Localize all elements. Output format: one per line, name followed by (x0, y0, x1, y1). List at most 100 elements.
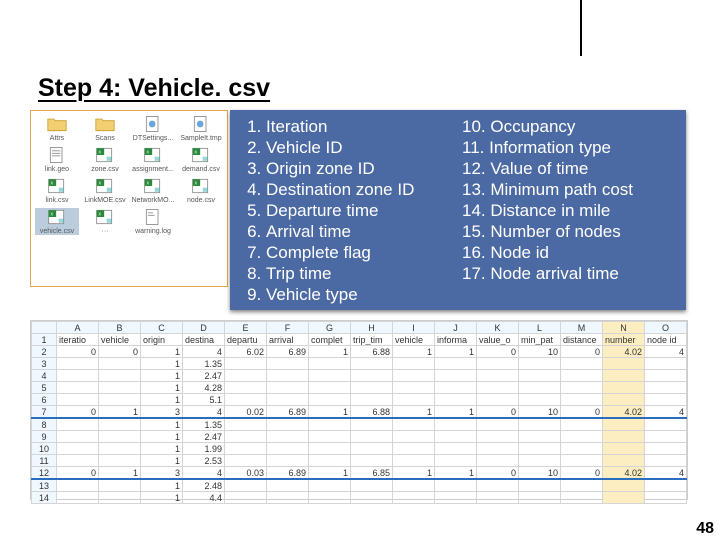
row-header: 9 (32, 431, 57, 443)
cell (351, 492, 393, 504)
cell: 6.89 (267, 406, 309, 419)
col-header: N (603, 322, 645, 334)
cell: 6.88 (351, 406, 393, 419)
explorer-item-label: Attrs (50, 135, 64, 142)
cell: 1 (141, 394, 183, 406)
cell (519, 418, 561, 431)
cell (99, 394, 141, 406)
cell: 0 (57, 346, 99, 358)
explorer-item-label: vehicle.csv (40, 228, 74, 235)
cell (99, 492, 141, 504)
cell (351, 455, 393, 467)
cell: 6.02 (225, 346, 267, 358)
col-header: D (183, 322, 225, 334)
column-item: Complete flag (266, 242, 458, 263)
cell (351, 370, 393, 382)
column-item: Arrival time (266, 221, 458, 242)
cell (561, 382, 603, 394)
cell: 1 (141, 492, 183, 504)
cell (351, 358, 393, 370)
cell (57, 443, 99, 455)
cell (57, 431, 99, 443)
cell: 1 (141, 358, 183, 370)
svg-text:X: X (194, 149, 197, 154)
explorer-item-label: ··· (102, 228, 109, 235)
cell: complet (309, 334, 351, 346)
cell: 10 (519, 346, 561, 358)
file-explorer: AttrsScansDTSettings...SampleIt.tmplink.… (30, 110, 228, 287)
cell (645, 443, 687, 455)
cell (519, 479, 561, 492)
cell (519, 443, 561, 455)
cell: 6.85 (351, 467, 393, 480)
cell (267, 492, 309, 504)
col-header: I (393, 322, 435, 334)
cell (99, 479, 141, 492)
svg-text:X: X (194, 180, 197, 185)
cell (99, 443, 141, 455)
cell: 1 (141, 370, 183, 382)
cell (645, 455, 687, 467)
cell: 10 (519, 406, 561, 419)
column-item: Destination zone ID (266, 179, 458, 200)
cell (57, 370, 99, 382)
page-number: 48 (696, 520, 714, 538)
cell (225, 394, 267, 406)
cell (561, 455, 603, 467)
explorer-item: DTSettings... (131, 115, 175, 142)
cell (99, 431, 141, 443)
cell (351, 479, 393, 492)
cell: 1 (141, 431, 183, 443)
svg-text:X: X (98, 149, 101, 154)
cell (519, 382, 561, 394)
columns-right: 10. Occupancy11. Information type12. Val… (462, 116, 676, 305)
cell (435, 394, 477, 406)
col-header: M (561, 322, 603, 334)
svg-text:X: X (146, 149, 149, 154)
cell (477, 394, 519, 406)
row-header: 4 (32, 370, 57, 382)
col-header: B (99, 322, 141, 334)
cell: distance (561, 334, 603, 346)
cell: 4.02 (603, 467, 645, 480)
cell (393, 455, 435, 467)
csv-icon: X (95, 177, 115, 195)
svg-text:X: X (50, 211, 53, 216)
cell (99, 370, 141, 382)
cell (57, 492, 99, 504)
cell (645, 431, 687, 443)
decor-vline (580, 0, 582, 56)
cell (519, 431, 561, 443)
cell (225, 382, 267, 394)
columns-left: IterationVehicle IDOrigin zone IDDestina… (244, 116, 458, 305)
row-header: 14 (32, 492, 57, 504)
explorer-item: SampleIt.tmp (179, 115, 223, 142)
cell: iteratio (57, 334, 99, 346)
cell (435, 443, 477, 455)
cell (225, 358, 267, 370)
cell (267, 370, 309, 382)
cell: vehicle (393, 334, 435, 346)
explorer-item-label: SampleIt.tmp (180, 135, 221, 142)
cell: 4.28 (183, 382, 225, 394)
csv-icon: X (47, 208, 67, 226)
explorer-item-label: warning.log (135, 228, 171, 235)
cell: 10 (519, 467, 561, 480)
cell (477, 492, 519, 504)
cell (57, 394, 99, 406)
row-header: 2 (32, 346, 57, 358)
col-header (32, 322, 57, 334)
cell: number (603, 334, 645, 346)
cell (435, 492, 477, 504)
cell (435, 455, 477, 467)
explorer-item-label: Scans (95, 135, 114, 142)
cell: min_pat (519, 334, 561, 346)
cell (267, 455, 309, 467)
cell: 1 (141, 382, 183, 394)
cell (477, 479, 519, 492)
column-item: 11. Information type (462, 137, 676, 158)
cell (477, 443, 519, 455)
cell: 0 (477, 346, 519, 358)
cell (603, 443, 645, 455)
column-item: Departure time (266, 200, 458, 221)
